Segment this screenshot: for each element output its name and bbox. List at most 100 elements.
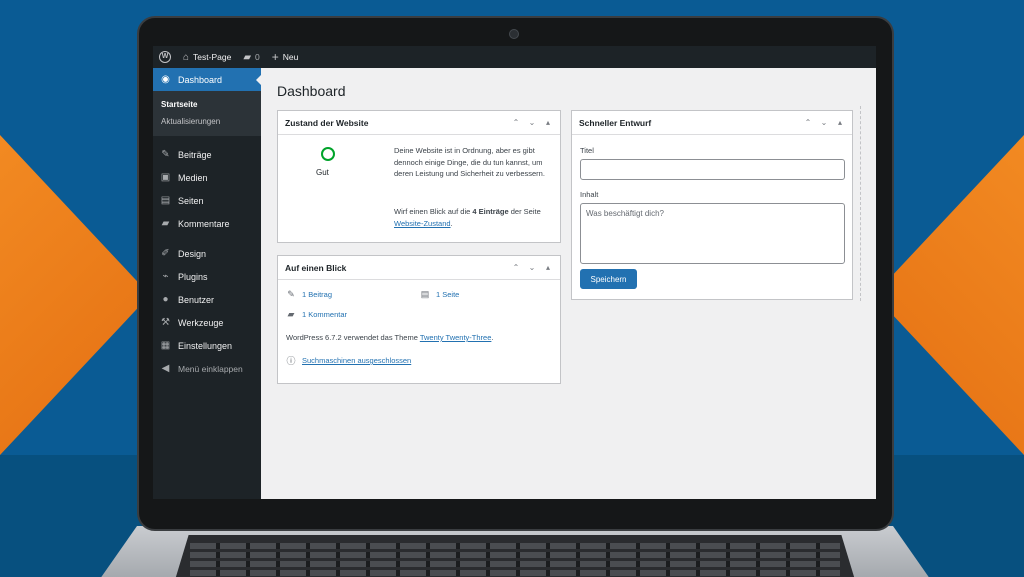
camera-icon	[509, 29, 519, 39]
submenu-item-updates[interactable]: Aktualisierungen	[153, 113, 261, 130]
keyboard-key-row	[190, 570, 840, 576]
media-icon: ▣	[160, 172, 171, 183]
widget-header: Auf einen Blick ⌃ ⌄ ▴	[278, 256, 560, 280]
draft-title-input[interactable]	[580, 159, 845, 180]
comments-count-link[interactable]: 1 Kommentar	[302, 310, 347, 319]
pages-count-link[interactable]: 1 Seite	[436, 290, 459, 299]
main-content: Dashboard Zustand der Website ⌃ ⌄ ▴ Gut …	[261, 68, 876, 499]
health-recommendation: Wirf einen Blick auf die 4 Einträge der …	[394, 206, 559, 229]
sidebar-item-label: Benutzer	[178, 294, 215, 305]
widget-header: Zustand der Website ⌃ ⌄ ▴	[278, 111, 560, 135]
widget-title: Schneller Entwurf	[579, 117, 652, 128]
glance-pages[interactable]: ▤ 1 Seite	[420, 289, 460, 300]
quick-draft-widget: Schneller Entwurf ⌃ ⌄ ▴ Titel Inhalt Was…	[571, 110, 853, 300]
sidebar-item-plugins[interactable]: ⌁ Plugins	[153, 265, 261, 288]
comment-icon: ▰	[287, 309, 295, 319]
background-orange-shape-right	[874, 135, 1024, 455]
sidebar-item-media[interactable]: ▣ Medien	[153, 166, 261, 189]
draft-title-label: Titel	[580, 146, 594, 155]
collapse-icon: ◀	[161, 363, 170, 374]
health-description: Deine Website ist in Ordnung, aber es gi…	[394, 146, 545, 178]
glance-posts[interactable]: ✎ 1 Beitrag	[286, 289, 332, 300]
wordpress-logo-icon: W	[159, 51, 171, 63]
health-rec-suffix: .	[450, 218, 453, 228]
submenu-item-startseite[interactable]: Startseite	[153, 96, 261, 113]
search-engines-link[interactable]: Suchmaschinen ausgeschlossen	[302, 356, 411, 365]
keyboard-key-row	[190, 543, 840, 549]
widget-title: Zustand der Website	[285, 117, 369, 128]
home-icon: ⌂	[183, 51, 190, 63]
site-health-widget: Zustand der Website ⌃ ⌄ ▴ Gut Deine Webs…	[277, 110, 561, 243]
theme-link[interactable]: Twenty Twenty-Three	[420, 333, 492, 342]
sidebar-item-dashboard[interactable]: ◉ Dashboard	[153, 68, 262, 91]
health-rec-prefix: Wirf einen Blick auf die	[394, 207, 473, 216]
user-icon: ●	[162, 294, 169, 305]
new-content-menu[interactable]: + Neu	[266, 46, 305, 68]
sidebar-item-label: Werkzeuge	[178, 317, 224, 328]
sidebar-item-label: Plugins	[178, 271, 208, 282]
sidebar-item-design[interactable]: ✐ Design	[153, 242, 261, 265]
health-status-circle-icon	[321, 147, 335, 161]
move-down-icon[interactable]: ⌄	[527, 118, 537, 127]
sidebar-item-label: Medien	[178, 172, 208, 183]
info-icon: ⓘ	[286, 356, 296, 366]
browser-screen: W ⌂ Test-Page ▰ 0 + Neu ◉ Dashboard Star…	[153, 46, 876, 499]
move-down-icon[interactable]: ⌄	[527, 263, 537, 272]
comments-count: 0	[255, 52, 260, 62]
at-a-glance-widget: Auf einen Blick ⌃ ⌄ ▴ ✎ 1 Beitrag ▤ 1 Se…	[277, 255, 561, 384]
admin-sidebar: ◉ Dashboard Startseite Aktualisierungen …	[153, 68, 262, 499]
toggle-panel-icon[interactable]: ▴	[543, 263, 553, 272]
move-up-icon[interactable]: ⌃	[803, 118, 813, 127]
move-up-icon[interactable]: ⌃	[511, 263, 521, 272]
sidebar-item-label: Beiträge	[178, 149, 212, 160]
pages-icon: ▤	[160, 195, 171, 206]
collapse-menu-button[interactable]: ◀ Menü einklappen	[153, 357, 261, 380]
sidebar-item-label: Einstellungen	[178, 340, 233, 351]
plugin-icon: ⌁	[162, 271, 169, 282]
page-title: Dashboard	[277, 83, 346, 99]
site-name-menu[interactable]: ⌂ Test-Page	[177, 46, 237, 68]
wp-logo-menu[interactable]: W	[153, 46, 177, 68]
comment-icon: ▰	[243, 51, 252, 63]
plus-icon: +	[271, 50, 279, 64]
health-status-label: Gut	[316, 168, 329, 177]
sidebar-item-label: Seiten	[178, 195, 204, 206]
comments-menu[interactable]: ▰ 0	[237, 46, 265, 68]
move-up-icon[interactable]: ⌃	[511, 118, 521, 127]
new-label: Neu	[282, 52, 299, 62]
sidebar-item-users[interactable]: ● Benutzer	[153, 288, 261, 311]
empty-widget-area	[855, 106, 861, 301]
save-draft-button[interactable]: Speichern	[580, 269, 637, 289]
posts-count-link[interactable]: 1 Beitrag	[302, 290, 332, 299]
keyboard-key-row	[190, 561, 840, 567]
toggle-panel-icon[interactable]: ▴	[543, 118, 553, 127]
sidebar-item-label: Kommentare	[178, 218, 230, 229]
move-down-icon[interactable]: ⌄	[819, 118, 829, 127]
pin-icon: ✎	[161, 149, 170, 160]
theme-prefix: WordPress 6.7.2 verwendet das Theme	[286, 333, 420, 342]
pages-icon: ▤	[420, 289, 430, 299]
sidebar-item-posts[interactable]: ✎ Beiträge	[153, 143, 261, 166]
dashboard-submenu: Startseite Aktualisierungen	[153, 91, 261, 136]
keyboard-key-row	[190, 552, 840, 558]
wordpress-version-text: WordPress 6.7.2 verwendet das Theme Twen…	[286, 333, 493, 342]
admin-bar: W ⌂ Test-Page ▰ 0 + Neu	[153, 46, 876, 68]
sidebar-item-label: Dashboard	[178, 74, 223, 85]
comment-icon: ▰	[161, 218, 170, 229]
pin-icon: ✎	[287, 289, 295, 299]
site-health-link[interactable]: Website-Zustand	[394, 219, 451, 228]
sidebar-item-settings[interactable]: ▦ Einstellungen	[153, 334, 261, 357]
draft-content-textarea[interactable]: Was beschäftigt dich?	[580, 203, 845, 264]
sidebar-item-tools[interactable]: ⚒ Werkzeuge	[153, 311, 261, 334]
settings-icon: ▦	[160, 340, 171, 351]
sidebar-item-pages[interactable]: ▤ Seiten	[153, 189, 261, 212]
background-orange-shape-left	[0, 135, 150, 455]
wrench-icon: ⚒	[161, 317, 170, 328]
site-name: Test-Page	[193, 52, 232, 62]
glance-comments[interactable]: ▰ 1 Kommentar	[286, 309, 348, 320]
toggle-panel-icon[interactable]: ▴	[835, 118, 845, 127]
draft-content-label: Inhalt	[580, 190, 599, 199]
sidebar-item-comments[interactable]: ▰ Kommentare	[153, 212, 261, 235]
search-engines-notice: ⓘ Suchmaschinen ausgeschlossen	[286, 354, 411, 367]
dashboard-icon: ◉	[161, 74, 170, 85]
